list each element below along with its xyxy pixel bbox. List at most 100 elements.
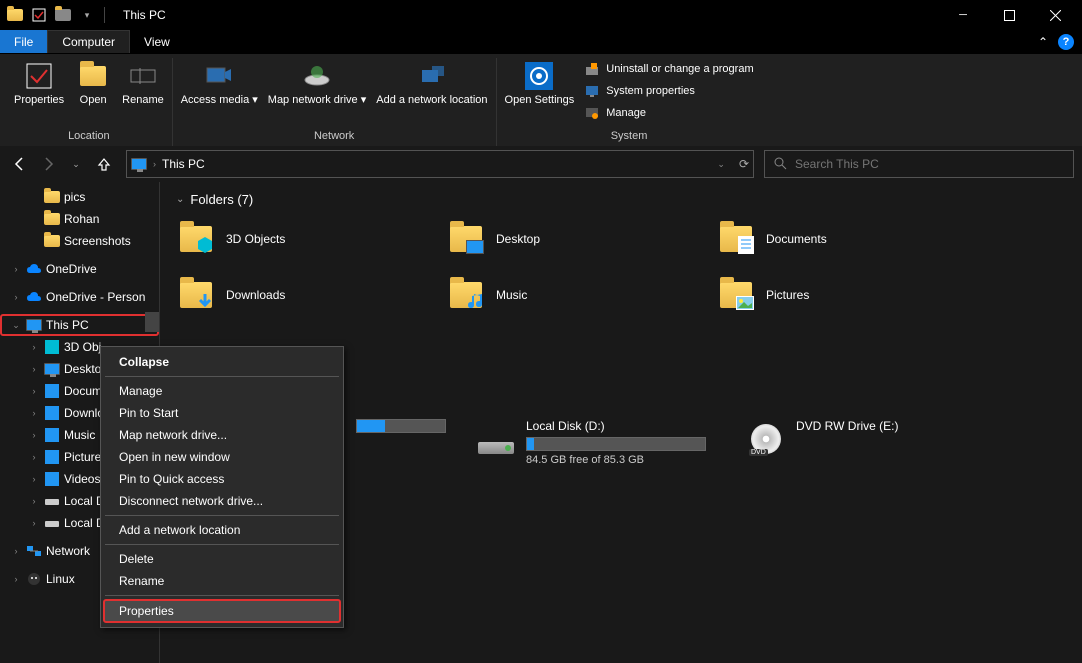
menu-tabs: File Computer View ⌃ ? — [0, 30, 1082, 54]
folder-icon — [446, 275, 486, 315]
folder-item[interactable]: Documents — [716, 215, 966, 263]
folder-label: Downloads — [226, 288, 285, 302]
scrollbar-thumb[interactable] — [145, 312, 159, 332]
close-button[interactable] — [1032, 0, 1078, 30]
qat-newfolder-icon[interactable] — [52, 4, 74, 26]
context-menu-item[interactable]: Delete — [103, 548, 341, 570]
qat-dropdown-icon[interactable]: ▾ — [76, 4, 98, 26]
context-menu-item[interactable]: Disconnect network drive... — [103, 490, 341, 512]
folder-item[interactable]: Downloads — [176, 271, 426, 319]
ribbon-group-system: Open Settings Uninstall or change a prog… — [497, 58, 762, 146]
context-menu-item[interactable]: Pin to Quick access — [103, 468, 341, 490]
sidebar-item-label: Downlo — [64, 406, 104, 420]
ribbon-access-media-button[interactable]: Access media ▾ — [177, 58, 262, 128]
context-menu-item[interactable]: Add a network location — [103, 519, 341, 541]
maximize-button[interactable] — [986, 0, 1032, 30]
sidebar-icon — [26, 317, 42, 333]
sidebar-item-label: Linux — [46, 572, 75, 586]
folder-item[interactable]: 3D Objects — [176, 215, 426, 263]
ribbon-uninstall-button[interactable]: Uninstall or change a program — [580, 58, 757, 80]
ribbon: Properties Open Rename Location Access m… — [0, 54, 1082, 146]
rename-icon — [127, 60, 159, 92]
folder-item[interactable]: Desktop — [446, 215, 696, 263]
sidebar-item-label: Local D — [64, 516, 105, 530]
settings-gear-icon — [523, 60, 555, 92]
ribbon-manage-button[interactable]: Manage — [580, 102, 757, 124]
media-icon — [203, 60, 235, 92]
ribbon-group-network: Access media ▾ Map network drive ▾ Add a… — [173, 58, 497, 146]
ribbon-properties-button[interactable]: Properties — [10, 58, 68, 128]
sidebar-item-label: Local D — [64, 494, 105, 508]
sidebar-icon — [44, 427, 60, 443]
quick-access-toolbar: ▾ — [4, 4, 98, 26]
drive-item[interactable]: Local Disk (D:)84.5 GB free of 85.3 GB — [476, 419, 726, 466]
sidebar-icon — [44, 361, 60, 377]
tab-view[interactable]: View — [130, 30, 184, 53]
recent-dropdown[interactable]: ⌄ — [64, 152, 88, 176]
address-bar[interactable]: › This PC ⌄ ⟳ — [126, 150, 754, 178]
drive-label: DVD RW Drive (E:) — [796, 419, 996, 433]
sidebar-item[interactable]: ›OneDrive - Person — [0, 286, 159, 308]
ribbon-open-settings-button[interactable]: Open Settings — [501, 58, 579, 128]
tab-computer[interactable]: Computer — [47, 30, 130, 53]
ribbon-add-location-button[interactable]: Add a network location — [372, 58, 491, 128]
sidebar-item-label: 3D Obj — [64, 340, 101, 354]
help-icon[interactable]: ? — [1058, 34, 1074, 50]
sidebar-item-label: OneDrive — [46, 262, 97, 276]
search-box[interactable] — [764, 150, 1074, 178]
sidebar-item-label: OneDrive - Person — [46, 290, 145, 304]
refresh-icon[interactable]: ⟳ — [739, 157, 749, 171]
sidebar-icon — [26, 289, 42, 305]
sidebar-icon — [44, 211, 60, 227]
sidebar-item[interactable]: ⌄This PC — [0, 314, 159, 336]
ribbon-open-button[interactable]: Open — [70, 58, 116, 128]
search-input[interactable] — [795, 157, 1065, 171]
forward-button[interactable] — [36, 152, 60, 176]
back-button[interactable] — [8, 152, 32, 176]
drive-item[interactable]: DVDDVD RW Drive (E:) — [746, 419, 996, 466]
drive-label: Local Disk (D:) — [526, 419, 726, 433]
search-icon — [773, 156, 787, 173]
sidebar-item-label: Rohan — [64, 212, 99, 226]
context-menu-item[interactable]: Properties — [103, 599, 341, 623]
context-menu-item[interactable]: Manage — [103, 380, 341, 402]
context-menu: Collapse ManagePin to StartMap network dr… — [100, 346, 344, 628]
up-button[interactable] — [92, 152, 116, 176]
drive-usage-bar — [357, 420, 385, 432]
chevron-icon: › — [28, 408, 40, 418]
ribbon-map-drive-button[interactable]: Map network drive ▾ — [264, 58, 370, 128]
chevron-down-icon: ⌄ — [176, 194, 184, 205]
address-dropdown-icon[interactable]: ⌄ — [717, 159, 725, 170]
manage-icon — [584, 105, 600, 121]
ribbon-sysprops-button[interactable]: System properties — [580, 80, 757, 102]
chevron-icon: › — [28, 452, 40, 462]
explorer-icon[interactable] — [4, 4, 26, 26]
context-menu-item[interactable]: Pin to Start — [103, 402, 341, 424]
folder-item[interactable]: Pictures — [716, 271, 966, 319]
context-menu-item[interactable]: Open in new window — [103, 446, 341, 468]
folder-item[interactable]: Music — [446, 271, 696, 319]
ribbon-collapse-icon[interactable]: ⌃ — [1038, 35, 1048, 49]
folders-group-header[interactable]: ⌄ Folders (7) — [176, 192, 1066, 207]
tab-file[interactable]: File — [0, 30, 47, 53]
ribbon-rename-button[interactable]: Rename — [118, 58, 168, 128]
sidebar-item[interactable]: pics — [0, 186, 159, 208]
qat-properties-icon[interactable] — [28, 4, 50, 26]
sidebar-icon — [26, 543, 42, 559]
breadcrumb[interactable]: This PC — [162, 157, 205, 171]
sidebar-item[interactable]: › OneDrive — [0, 258, 159, 280]
chevron-icon: › — [28, 518, 40, 528]
minimize-button[interactable]: ─ — [940, 0, 986, 30]
sidebar-item-label: This PC — [46, 318, 89, 332]
sidebar-item[interactable]: Rohan — [0, 208, 159, 230]
sidebar-item-label: Music — [64, 428, 95, 442]
chevron-icon: › — [28, 342, 40, 352]
chevron-icon: › — [10, 264, 22, 274]
context-menu-item[interactable]: Rename — [103, 570, 341, 592]
sidebar-item[interactable]: Screenshots — [0, 230, 159, 252]
sidebar-icon — [26, 261, 42, 277]
context-menu-item[interactable]: Map network drive... — [103, 424, 341, 446]
folder-label: 3D Objects — [226, 232, 285, 246]
drive-item[interactable] — [356, 419, 456, 466]
context-menu-item[interactable]: Collapse — [103, 351, 341, 373]
